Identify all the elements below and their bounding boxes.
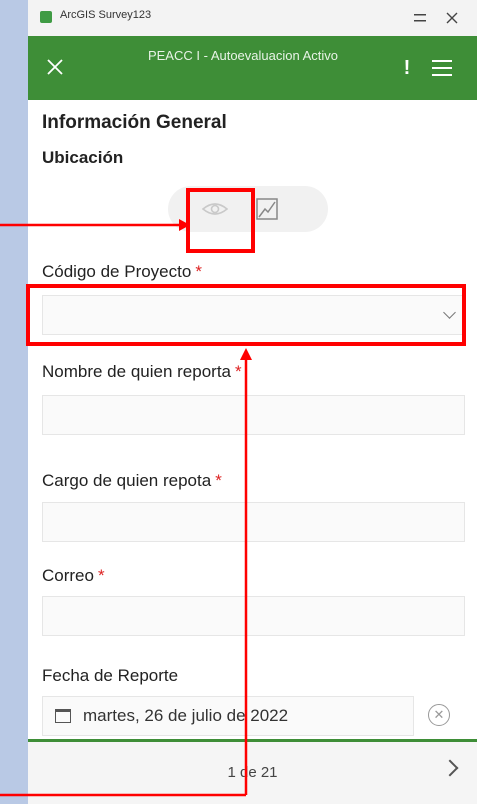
annotation-arrows bbox=[0, 219, 252, 797]
